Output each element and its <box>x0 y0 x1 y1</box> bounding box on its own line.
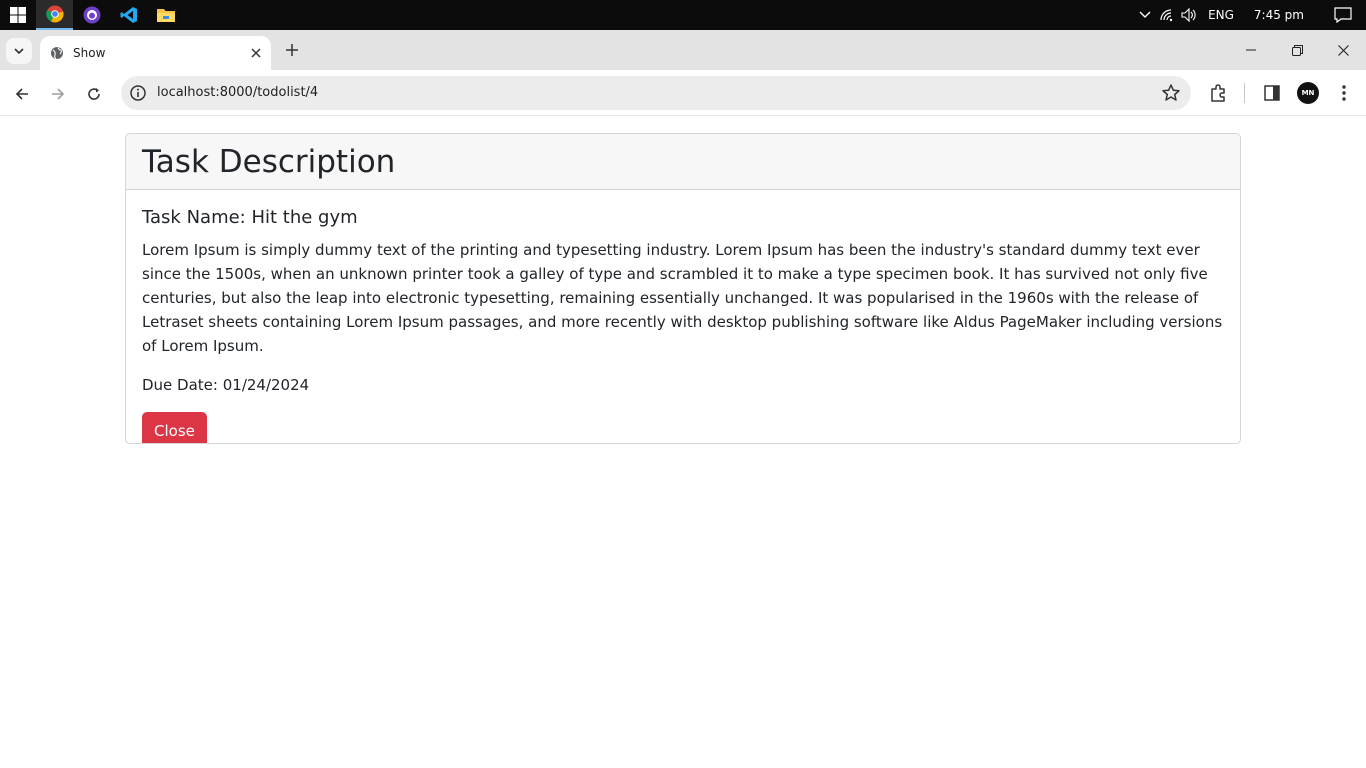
site-info-icon[interactable] <box>129 84 147 102</box>
tab-strip: Show <box>0 30 1366 70</box>
task-name: Task Name: Hit the gym <box>142 207 358 228</box>
address-bar[interactable]: localhost:8000/todolist/4 <box>121 76 1191 110</box>
close-tab-icon[interactable] <box>245 42 267 64</box>
close-window-icon[interactable] <box>1320 30 1366 70</box>
url-text[interactable]: localhost:8000/todolist/4 <box>157 85 318 100</box>
file-explorer-icon[interactable] <box>147 0 184 30</box>
back-arrow-icon[interactable] <box>8 80 36 108</box>
page-title: Task Description <box>142 144 396 180</box>
card-header: Task Description <box>126 134 1240 190</box>
language-indicator[interactable]: ENG <box>1200 8 1246 22</box>
forward-arrow-icon[interactable] <box>44 80 72 108</box>
volume-icon[interactable] <box>1178 0 1200 30</box>
profile-avatar[interactable]: MN <box>1297 82 1319 104</box>
plus-icon <box>286 44 298 56</box>
close-button[interactable]: Close <box>142 412 207 443</box>
toolbar-separator <box>1244 83 1245 103</box>
new-tab-button[interactable] <box>280 38 304 62</box>
globe-icon <box>51 47 63 60</box>
chevron-down-icon <box>14 48 24 54</box>
notification-icon[interactable] <box>1320 0 1366 30</box>
more-menu-icon[interactable] <box>1332 81 1356 105</box>
bookmark-star-icon[interactable] <box>1161 83 1181 103</box>
system-tray: ENG 7:45 pm <box>1134 0 1366 30</box>
restore-icon[interactable] <box>1274 30 1320 70</box>
task-description: Lorem Ipsum is simply dummy text of the … <box>142 241 1223 355</box>
vscode-icon[interactable] <box>110 0 147 30</box>
task-card: Task Description Task Name: Hit the gym … <box>125 133 1241 444</box>
due-date: Due Date: 01/24/2024 <box>142 376 310 394</box>
taskbar: ENG 7:45 pm <box>0 0 1366 30</box>
tab-search-button[interactable] <box>6 38 32 64</box>
reload-icon[interactable] <box>80 80 108 108</box>
card-body: Task Name: Hit the gym Lorem Ipsum is si… <box>126 190 1240 443</box>
side-panel-icon[interactable] <box>1260 81 1284 105</box>
minimize-icon[interactable] <box>1228 30 1274 70</box>
clock[interactable]: 7:45 pm <box>1246 8 1320 22</box>
wifi-icon[interactable] <box>1156 0 1178 30</box>
github-desktop-icon[interactable] <box>73 0 110 30</box>
tab-title: Show <box>73 46 106 60</box>
tab-show[interactable]: Show <box>40 36 271 70</box>
extensions-icon[interactable] <box>1206 81 1230 105</box>
chevron-up-icon[interactable] <box>1134 0 1156 30</box>
windows-start-icon[interactable] <box>0 0 36 30</box>
chrome-icon[interactable] <box>36 0 73 30</box>
browser-toolbar: localhost:8000/todolist/4 MN <box>0 70 1366 116</box>
